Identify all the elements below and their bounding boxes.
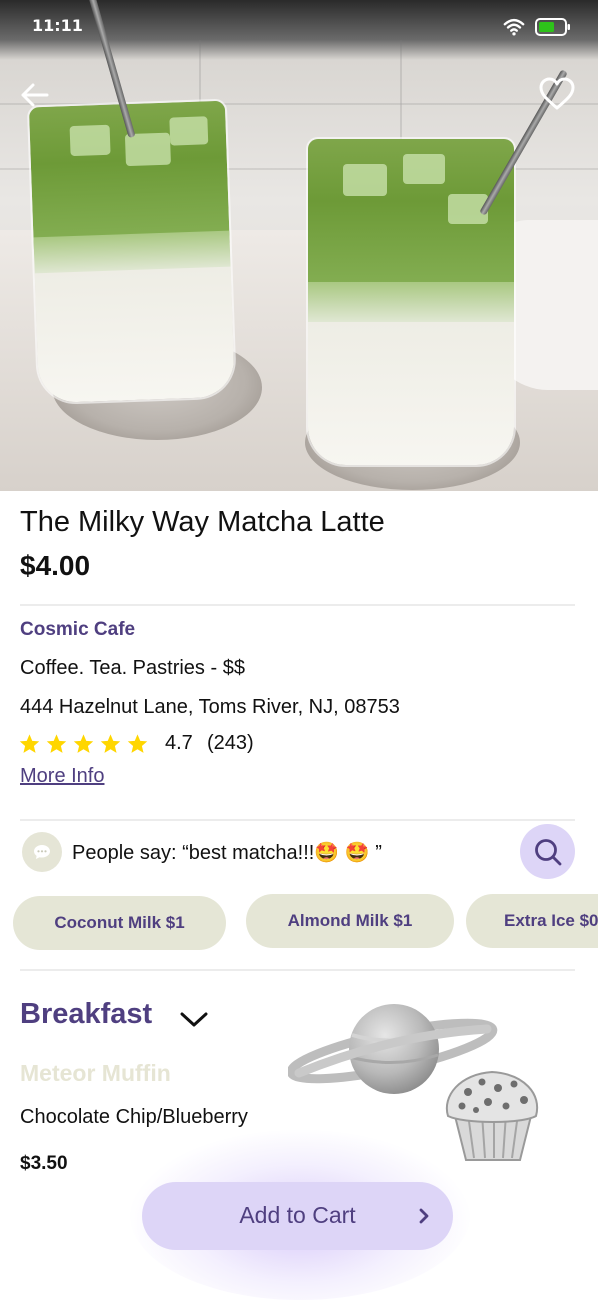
addon-chips: Coconut Milk $1 Almond Milk $1 Extra Ice… — [0, 893, 598, 953]
menu-item-description: Chocolate Chip/Blueberry — [20, 1106, 248, 1128]
chat-bubble-icon — [34, 845, 50, 859]
product-hero-image — [0, 0, 598, 491]
status-time: 11:11 — [32, 16, 83, 35]
add-to-cart-label: Add to Cart — [239, 1202, 356, 1228]
chevron-down-icon — [180, 1012, 208, 1027]
wifi-icon — [503, 18, 525, 36]
back-button[interactable] — [18, 78, 52, 112]
search-button[interactable] — [520, 824, 575, 879]
hero-glass-left — [26, 98, 238, 406]
section-title[interactable]: Breakfast — [20, 998, 152, 1031]
search-icon — [534, 838, 561, 865]
divider — [20, 604, 575, 606]
rating-value: 4.7 — [165, 732, 193, 754]
addon-chip-extra-ice[interactable]: Extra Ice $0 — [466, 894, 598, 948]
review-avatar — [22, 832, 62, 872]
star-icon — [19, 734, 40, 753]
review-quote: People say: “best matcha!!!🤩 🤩 ” — [72, 842, 382, 864]
cafe-address: 444 Hazelnut Lane, Toms River, NJ, 08753 — [20, 696, 400, 718]
divider — [20, 969, 575, 971]
product-title: The Milky Way Matcha Latte — [20, 506, 385, 538]
divider — [20, 819, 575, 821]
addon-chip-almond-milk[interactable]: Almond Milk $1 — [246, 894, 454, 948]
section-toggle[interactable] — [178, 1005, 210, 1033]
product-price: $4.00 — [20, 550, 91, 581]
cafe-categories: Coffee. Tea. Pastries - $$ — [20, 657, 245, 679]
star-icon — [46, 734, 67, 753]
menu-item-price: $3.50 — [20, 1153, 68, 1174]
star-icon — [73, 734, 94, 753]
add-to-cart-button[interactable]: Add to Cart — [142, 1182, 453, 1250]
battery-icon — [535, 18, 570, 36]
arrow-left-icon — [21, 83, 49, 107]
muffin-illustration — [445, 1070, 539, 1161]
menu-item-name[interactable]: Meteor Muffin — [20, 1060, 171, 1087]
heart-icon — [539, 77, 575, 110]
star-icon — [127, 734, 148, 753]
hero-glass-right — [306, 137, 516, 467]
cafe-name: Cosmic Cafe — [20, 619, 136, 640]
star-icon — [100, 734, 121, 753]
chevron-right-icon — [419, 1208, 429, 1224]
addon-chip-coconut-milk[interactable]: Coconut Milk $1 — [13, 896, 226, 950]
favorite-button[interactable] — [538, 76, 576, 112]
status-bar: 11:11 — [0, 0, 598, 50]
rating-stars — [18, 733, 149, 755]
rating-count: (243) — [207, 732, 254, 754]
more-info-link[interactable]: More Info — [20, 765, 104, 788]
